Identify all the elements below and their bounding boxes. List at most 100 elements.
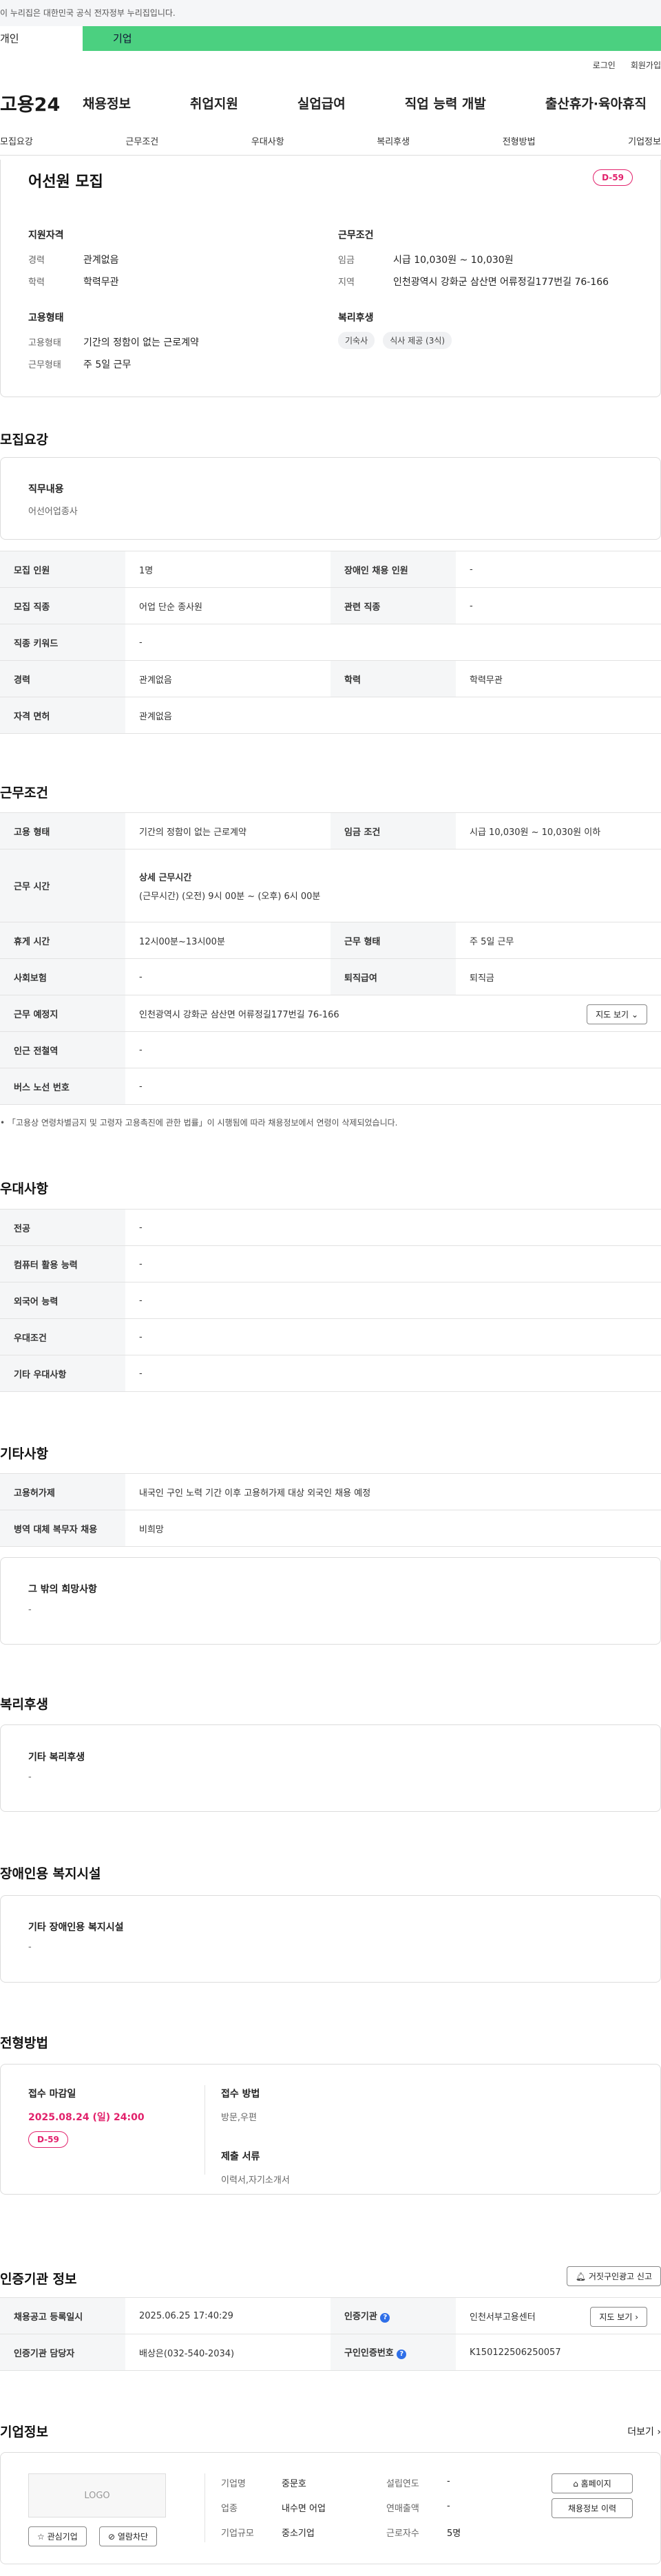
- report-button-label: 거짓구인광고 신고: [588, 2272, 652, 2281]
- region-value: 인천광역시 강화군 삼산면 어류정길177번길 76-166: [393, 277, 609, 288]
- agency-map-button[interactable]: 지도 보기 ›: [590, 2307, 647, 2327]
- conditions-section-title: 근무조건: [0, 785, 48, 801]
- insurance-value: -: [125, 958, 330, 995]
- section-link-company[interactable]: 기업정보: [628, 134, 661, 147]
- preferred-condition-value: -: [125, 1318, 661, 1355]
- page: 이 누리집은 대한민국 공식 전자정부 누리집입니다. 개인 기업 로그인 회원…: [0, 0, 661, 2576]
- bell-icon: 🔔︎: [575, 2272, 589, 2281]
- tab-company[interactable]: 기업: [83, 26, 661, 51]
- other-section-title: 기타사항: [0, 1446, 48, 1461]
- welfare-section-title: 복리후생: [0, 1697, 48, 1712]
- major-value: -: [125, 1209, 661, 1246]
- section-link-welfare[interactable]: 복리후생: [377, 134, 410, 147]
- table-row: 사회보험 - 퇴직급여 퇴직금: [0, 958, 661, 995]
- language-label: 외국어 능력: [0, 1282, 125, 1319]
- disability-section-title: 장애인용 복지시설: [0, 1866, 101, 1881]
- chevron-right-icon: ›: [635, 2312, 638, 2322]
- preferred-condition-label: 우대조건: [0, 1318, 125, 1355]
- disability-facility-value: -: [28, 1942, 32, 1952]
- headcount-value: 1명: [125, 551, 330, 588]
- company-size-value: 중소기업: [282, 2529, 315, 2539]
- job-title: 어선원 모집: [28, 173, 103, 191]
- map-button-label: 지도 보기: [596, 1010, 629, 1020]
- career-value: 관계없음: [83, 255, 119, 266]
- table-row: 외국어 능력 -: [0, 1282, 661, 1319]
- table-row: 직종 키워드 -: [0, 624, 661, 661]
- related-job-value: -: [456, 587, 661, 624]
- other-hope-card: 그 밖의 희망사항 -: [0, 1557, 661, 1645]
- major-label: 전공: [0, 1209, 125, 1246]
- site-logo[interactable]: 고용24: [0, 89, 83, 116]
- job-history-button[interactable]: 채용정보 이력: [552, 2498, 633, 2518]
- process-section-title: 전형방법: [0, 2036, 48, 2051]
- apply-method-value: 방문,우편: [221, 2113, 257, 2123]
- workplace-map-button[interactable]: 지도 보기 ⌄: [587, 1004, 647, 1024]
- gnb-item-parental-leave[interactable]: 출산휴가·육아휴직: [545, 94, 647, 112]
- block-view-button[interactable]: ⊘ 열람차단: [99, 2526, 158, 2546]
- nearby-station-label: 인근 전철역: [0, 1031, 125, 1068]
- table-row: 인증기관 담당자 배상은(032-540-2034) 구인인증번호 ? K150…: [0, 2334, 661, 2371]
- manager-value: 배상은(032-540-2034): [125, 2334, 330, 2371]
- recruit-section-title: 모집요강: [0, 432, 48, 447]
- documents-value: 이력서,자기소개서: [221, 2175, 290, 2186]
- tab-individual[interactable]: 개인: [0, 26, 83, 51]
- job-description-label: 직무내용: [28, 484, 64, 495]
- gnb-item-jobs[interactable]: 채용정보: [83, 94, 131, 112]
- recruit-table: 모집 인원 1명 장애인 채용 인원 - 모집 직종 어업 단순 종사원 관련 …: [0, 551, 661, 734]
- homepage-button[interactable]: ⌂ 홈페이지: [552, 2473, 633, 2493]
- table-row: 고용 형태 기간의 정함이 없는 근로계약 임금 조건 시급 10,030원 ~…: [0, 812, 661, 849]
- disability-facility-label: 기타 장애인용 복지시설: [28, 1922, 124, 1933]
- break-time-label: 휴게 시간: [0, 922, 125, 959]
- preference-section-title: 우대사항: [0, 1181, 48, 1196]
- tag-meals: 식사 제공 (3식): [383, 332, 452, 349]
- conditions-heading: 근무조건: [338, 230, 374, 241]
- gnb-item-training[interactable]: 직업 능력 개발: [405, 94, 486, 112]
- disabled-headcount-value: -: [456, 551, 661, 588]
- gnb-item-unemployment[interactable]: 실업급여: [297, 94, 346, 112]
- agency-value: 인천서부고용센터: [470, 2312, 536, 2323]
- section-link-recruit[interactable]: 모집요강: [0, 134, 33, 147]
- global-nav: 고용24 채용정보 취업지원 실업급여 직업 능력 개발 출산휴가·육아휴직: [0, 78, 661, 127]
- star-icon: ☆: [37, 2532, 48, 2542]
- info-icon[interactable]: ?: [397, 2350, 407, 2359]
- employment-form-label: 고용 형태: [0, 812, 125, 849]
- company-more-link[interactable]: 더보기 ›: [627, 2425, 661, 2438]
- table-row: 근무 시간 상세 근무시간 (근무시간) (오전) 9시 00분 ~ (오후) …: [0, 849, 661, 922]
- license-label: 자격 면허: [0, 697, 125, 734]
- report-false-ad-button[interactable]: 🔔︎ 거짓구인광고 신고: [566, 2266, 661, 2286]
- section-link-preference[interactable]: 우대사항: [251, 134, 284, 147]
- table-row: 우대조건 -: [0, 1318, 661, 1355]
- apply-method-label: 접수 방법: [221, 2089, 260, 2100]
- job-description-card: 직무내용 어선어업종사: [0, 457, 661, 540]
- severance-value: 퇴직금: [456, 958, 661, 995]
- work-type-value: 주 5일 근무: [83, 359, 132, 370]
- company-size-label: 기업규모: [221, 2529, 254, 2539]
- employment-form-value: 기간의 정함이 없는 근로계약: [125, 812, 330, 849]
- company-logo-placeholder: LOGO: [28, 2473, 166, 2517]
- career-row-value: 관계없음: [125, 660, 330, 697]
- table-row: 채용공고 등록일시 2025.06.25 17:40:29 인증기관 ? 인천서…: [0, 2297, 661, 2334]
- join-link[interactable]: 회원가입: [631, 59, 661, 71]
- industry-value: 내수면 어업: [282, 2504, 326, 2514]
- info-icon[interactable]: ?: [380, 2313, 390, 2323]
- workplace-label: 근무 예정지: [0, 995, 125, 1032]
- related-job-label: 관련 직종: [330, 587, 456, 624]
- disability-card: 기타 장애인용 복지시설 -: [0, 1895, 661, 1983]
- favorite-company-button[interactable]: ☆ 관심기업: [28, 2526, 87, 2546]
- founded-value: -: [447, 2476, 450, 2487]
- login-link[interactable]: 로그인: [593, 59, 616, 71]
- preference-table: 전공 - 컴퓨터 활용 능력 - 외국어 능력 - 우대조건 - 기타 우대사항 -: [0, 1209, 661, 1392]
- employment-heading: 고용형태: [28, 313, 64, 324]
- job-category-label: 모집 직종: [0, 587, 125, 624]
- tag-dormitory: 기숙사: [338, 332, 375, 349]
- gov-notice: 이 누리집은 대한민국 공식 전자정부 누리집입니다.: [0, 0, 661, 26]
- auth-number-label: 구인인증번호: [344, 2348, 394, 2358]
- gnb-item-employment-support[interactable]: 취업지원: [190, 94, 238, 112]
- table-row: 휴게 시간 12시00분~13시00분 근무 형태 주 5일 근무: [0, 922, 661, 959]
- agency-label: 인증기관: [344, 2312, 377, 2322]
- career-row-label: 경력: [0, 660, 125, 697]
- nearby-station-value: -: [125, 1031, 661, 1068]
- company-name-value: 중문호: [282, 2479, 306, 2489]
- section-link-process[interactable]: 전형방법: [503, 134, 536, 147]
- section-link-conditions[interactable]: 근무조건: [125, 134, 158, 147]
